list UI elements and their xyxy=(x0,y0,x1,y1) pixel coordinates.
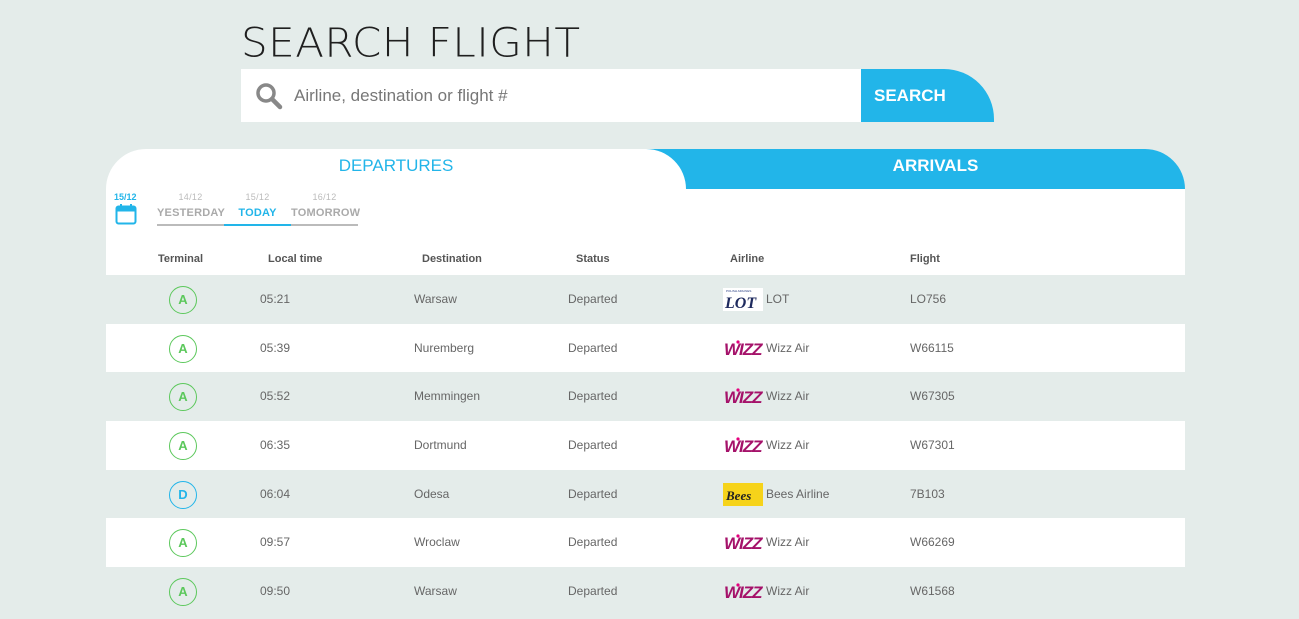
destination: Odesa xyxy=(414,486,450,501)
flight-row[interactable]: A 09:57 Wroclaw Departed WIZZ Wizz Air W… xyxy=(106,518,1185,568)
column-header-status: Status xyxy=(576,253,610,265)
flight-list: A 05:21 Warsaw Departed POLISH AIRLINES L… xyxy=(106,275,1185,616)
day-label: TODAY xyxy=(238,207,277,219)
flight-number: LO756 xyxy=(910,292,947,306)
day-tab-tomorrow[interactable]: 16/12 TOMORROW xyxy=(291,192,361,226)
svg-text:Bees: Bees xyxy=(725,488,751,503)
column-header-terminal: Terminal xyxy=(158,253,204,265)
tab-arrivals-label: ARRIVALS xyxy=(892,156,979,175)
destination: Wroclaw xyxy=(414,535,460,550)
flight-board: ARRIVALS DEPARTURES 15/12 14/12 YESTERDA… xyxy=(106,149,1185,619)
svg-text:WIZZ: WIZZ xyxy=(724,583,763,602)
search-icon xyxy=(246,69,292,122)
day-tab-yesterday[interactable]: 14/12 YESTERDAY xyxy=(157,192,226,226)
page-title: SEARCH FLIGHT xyxy=(241,19,581,66)
terminal-badge: A xyxy=(169,529,197,558)
flight-number: W67305 xyxy=(910,389,955,404)
flight-row[interactable]: A 05:52 Memmingen Departed WIZZ Wizz Air… xyxy=(106,372,1185,422)
flight-number: W66115 xyxy=(910,340,954,355)
day-date: 16/12 xyxy=(312,192,337,202)
terminal-badge: A xyxy=(169,578,197,607)
flight-row[interactable]: D 06:04 Odesa Departed Bees Bees Airline… xyxy=(106,469,1185,519)
tab-arrivals[interactable]: ARRIVALS xyxy=(646,149,1185,189)
wizz-logo-icon: WIZZ xyxy=(723,580,764,603)
day-date: 15/12 xyxy=(245,192,270,202)
flight-row[interactable]: A 06:35 Dortmund Departed WIZZ Wizz Air … xyxy=(106,421,1185,470)
tab-departures[interactable]: DEPARTURES xyxy=(106,149,686,189)
flight-number: 7B103 xyxy=(910,486,945,501)
status: Departed xyxy=(568,438,618,453)
flight-number: W67301 xyxy=(910,438,955,453)
destination: Warsaw xyxy=(414,292,457,306)
destination: Dortmund xyxy=(414,438,467,453)
calendar-icon[interactable] xyxy=(115,203,137,230)
column-header-destination: Destination xyxy=(422,253,482,265)
destination: Nuremberg xyxy=(414,340,475,355)
day-label: YESTERDAY xyxy=(157,207,226,219)
svg-text:WIZZ: WIZZ xyxy=(724,437,763,456)
svg-text:WIZZ: WIZZ xyxy=(724,340,763,359)
board-header-panel: 15/12 14/12 YESTERDAY 15/12 TODAY 16/12 … xyxy=(106,189,1185,275)
calendar-date: 15/12 xyxy=(114,192,137,202)
day-tab-today[interactable]: 15/12 TODAY xyxy=(224,192,291,226)
local-time: 05:39 xyxy=(260,340,291,355)
wizz-logo-icon: WIZZ xyxy=(723,337,764,360)
day-date: 14/12 xyxy=(178,192,203,202)
destination: Memmingen xyxy=(414,389,481,404)
search-bar xyxy=(241,69,861,122)
terminal-badge: A xyxy=(169,383,197,412)
tab-departures-label: DEPARTURES xyxy=(338,156,454,175)
search-button[interactable]: SEARCH xyxy=(861,69,994,122)
bees-logo-icon: Bees xyxy=(723,482,763,506)
terminal-badge: D xyxy=(169,480,197,509)
svg-text:POLISH AIRLINES: POLISH AIRLINES xyxy=(726,289,751,293)
flight-row[interactable]: A 09:50 Warsaw Departed WIZZ Wizz Air W6… xyxy=(106,567,1185,616)
airline-name: LOT xyxy=(766,292,790,306)
svg-text:LOT: LOT xyxy=(724,295,757,311)
wizz-logo-icon: WIZZ xyxy=(723,385,764,408)
local-time: 05:21 xyxy=(260,292,291,306)
status: Departed xyxy=(568,486,618,501)
wizz-logo-icon: WIZZ xyxy=(723,531,764,554)
column-header-local-time: Local time xyxy=(268,253,323,265)
terminal-badge: A xyxy=(169,432,197,461)
flight-number: W61568 xyxy=(910,584,955,599)
svg-text:WIZZ: WIZZ xyxy=(724,534,763,553)
airline-name: Wizz Air xyxy=(766,535,810,550)
local-time: 05:52 xyxy=(260,389,291,404)
status: Departed xyxy=(568,389,618,404)
airline-name: Wizz Air xyxy=(766,340,810,355)
svg-text:WIZZ: WIZZ xyxy=(724,388,763,407)
flight-number: W66269 xyxy=(910,535,955,550)
direction-tabs: ARRIVALS DEPARTURES xyxy=(106,149,1185,189)
local-time: 06:35 xyxy=(260,438,291,453)
column-header-airline: Airline xyxy=(730,253,765,265)
terminal-badge: A xyxy=(169,334,197,363)
airline-name: Wizz Air xyxy=(766,438,810,453)
terminal-badge: A xyxy=(169,286,197,314)
flight-row[interactable]: A 05:21 Warsaw Departed POLISH AIRLINES L… xyxy=(106,275,1185,324)
column-header-flight: Flight xyxy=(910,253,940,265)
status: Departed xyxy=(568,584,618,599)
airline-name: Bees Airline xyxy=(766,486,830,501)
airline-name: Wizz Air xyxy=(766,584,810,599)
search-input[interactable] xyxy=(292,75,832,116)
day-label: TOMORROW xyxy=(291,207,361,219)
local-time: 09:50 xyxy=(260,584,291,599)
destination: Warsaw xyxy=(414,584,457,599)
airline-name: Wizz Air xyxy=(766,389,810,404)
wizz-logo-icon: WIZZ xyxy=(723,434,764,457)
local-time: 09:57 xyxy=(260,535,291,550)
status: Departed xyxy=(568,292,618,306)
lot-logo-icon: POLISH AIRLINES LOT xyxy=(723,288,763,312)
flight-row[interactable]: A 05:39 Nuremberg Departed WIZZ Wizz Air… xyxy=(106,323,1185,373)
status: Departed xyxy=(568,535,618,550)
status: Departed xyxy=(568,340,618,355)
local-time: 06:04 xyxy=(260,486,291,501)
